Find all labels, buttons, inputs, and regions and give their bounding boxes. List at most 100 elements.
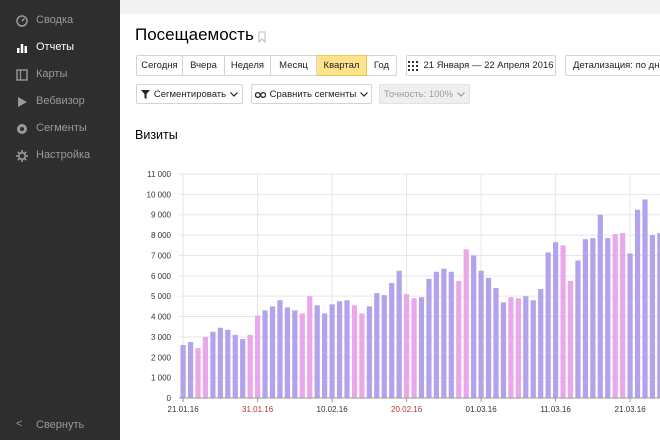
period-quarter-button[interactable]: Квартал xyxy=(317,55,367,76)
sidebar-item-label: Настройка xyxy=(36,149,91,161)
play-icon xyxy=(18,97,27,107)
bar xyxy=(396,270,402,398)
bar xyxy=(545,252,551,398)
main-content: Посещаемость Сегодня Вчера Неделя Месяц … xyxy=(120,0,660,440)
bar xyxy=(642,199,648,398)
bar xyxy=(530,300,536,398)
bookmark-icon[interactable] xyxy=(258,31,266,43)
y-tick-label: 2 000 xyxy=(151,353,172,362)
y-tick-label: 1 000 xyxy=(151,374,172,383)
bar xyxy=(389,282,395,398)
date-range-picker[interactable]: 21 Января — 22 Апреля 2016 xyxy=(406,55,556,76)
binoculars-icon xyxy=(254,91,266,98)
detail-select[interactable]: Детализация: по дням xyxy=(565,55,660,76)
bar xyxy=(366,306,372,398)
sidebar-item-summary[interactable]: Сводка xyxy=(0,9,120,33)
bar xyxy=(478,270,484,398)
dashboard-icon xyxy=(16,15,28,27)
collapse-button[interactable]: < Свернуть xyxy=(0,414,120,436)
bar xyxy=(336,301,343,398)
top-bar xyxy=(120,0,660,14)
bar xyxy=(515,298,521,398)
date-range-label: 21 Января — 22 Апреля 2016 xyxy=(423,60,554,71)
sidebar-item-settings[interactable]: Настройка xyxy=(0,144,120,168)
bar xyxy=(605,238,611,398)
bar xyxy=(351,305,358,398)
bar xyxy=(590,238,596,398)
x-tick-label: 11.03.16 xyxy=(540,405,571,414)
bars xyxy=(180,199,660,398)
y-tick-label: 11 000 xyxy=(147,170,171,179)
bar xyxy=(634,209,641,398)
period-today-button[interactable]: Сегодня xyxy=(136,55,183,76)
y-tick-label: 6 000 xyxy=(151,272,172,281)
period-yesterday-button[interactable]: Вчера xyxy=(183,55,225,76)
y-axis: 0 1 000 2 000 3 000 4 000 5 000 6 000 7 000 8 00… xyxy=(147,170,172,403)
bar xyxy=(195,348,201,398)
gear-icon xyxy=(16,150,28,162)
bar xyxy=(418,297,425,398)
x-axis: 21.01.16 31.01.16 10.02.16 20.02.16 01.03.16… xyxy=(168,397,660,414)
bar xyxy=(553,242,559,398)
chevron-down-icon xyxy=(360,91,369,97)
period-month-button[interactable]: Месяц xyxy=(271,55,317,76)
bar xyxy=(262,310,268,398)
bar xyxy=(359,313,365,398)
bar xyxy=(240,338,246,398)
sidebar: Сводка Отчеты Карты Вебвизор Сегменты На… xyxy=(0,0,120,440)
bar xyxy=(426,278,432,398)
visits-chart: 0 1 000 2 000 3 000 4 000 5 000 6 000 7 000 8 00… xyxy=(147,170,660,414)
segment-label: Сегментировать xyxy=(153,88,227,100)
y-tick-label: 8 000 xyxy=(151,231,172,240)
bar xyxy=(448,271,454,398)
bar xyxy=(277,300,283,398)
sidebar-item-reports[interactable]: Отчеты xyxy=(0,36,120,60)
segments-icon xyxy=(17,124,27,134)
bar xyxy=(433,271,439,398)
x-tick-label: 10.02.16 xyxy=(317,405,349,414)
maps-icon xyxy=(16,69,28,81)
bar xyxy=(523,296,529,398)
chevron-down-icon xyxy=(230,91,239,97)
bar xyxy=(187,342,194,398)
segment-button[interactable]: Сегментировать xyxy=(136,84,243,104)
bar xyxy=(292,310,298,398)
calendar-icon xyxy=(408,60,419,71)
bar xyxy=(232,334,238,398)
bar xyxy=(493,288,499,398)
x-tick-label: 31.01.16 xyxy=(242,405,274,414)
bar xyxy=(255,315,261,398)
x-tick-label: 20.02.16 xyxy=(391,405,423,414)
page-title: Посещаемость xyxy=(135,25,254,44)
bar xyxy=(411,298,417,398)
bar xyxy=(307,296,313,398)
bar xyxy=(620,233,626,398)
period-week-button[interactable]: Неделя xyxy=(225,55,271,76)
bar xyxy=(284,307,290,398)
reports-icon xyxy=(17,44,27,53)
bar xyxy=(538,289,544,398)
bar xyxy=(381,295,387,398)
y-tick-label: 7 000 xyxy=(151,251,172,260)
sidebar-item-maps[interactable]: Карты xyxy=(0,63,120,87)
sidebar-item-segments[interactable]: Сегменты xyxy=(0,117,120,141)
accuracy-select[interactable]: Точность: 100% xyxy=(379,84,470,104)
bar xyxy=(210,331,216,398)
sidebar-item-webvisor[interactable]: Вебвизор xyxy=(0,90,120,114)
y-tick-label: 3 000 xyxy=(151,333,172,342)
y-tick-label: 0 xyxy=(167,394,172,403)
bar xyxy=(463,249,469,398)
bar xyxy=(202,336,209,398)
chevron-left-icon: < xyxy=(16,418,23,430)
bar xyxy=(329,304,335,398)
bar xyxy=(180,345,186,398)
y-tick-label: 9 000 xyxy=(151,211,172,220)
collapse-label: Свернуть xyxy=(36,419,85,431)
y-tick-label: 10 000 xyxy=(147,190,172,199)
sidebar-item-label: Сегменты xyxy=(36,122,87,134)
bar xyxy=(269,306,276,398)
bar xyxy=(582,239,588,398)
bar xyxy=(322,313,328,398)
compare-segments-button[interactable]: Сравнить сегменты xyxy=(251,84,372,104)
period-year-button[interactable]: Год xyxy=(367,55,397,76)
